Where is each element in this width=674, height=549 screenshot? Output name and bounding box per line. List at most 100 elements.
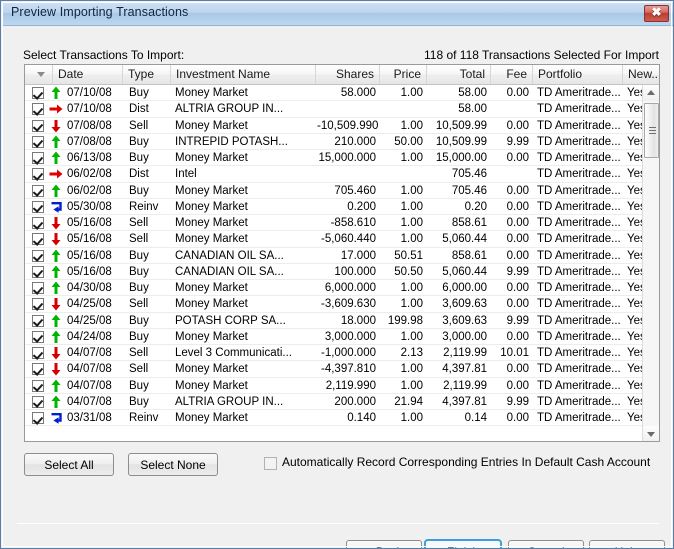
- row-checkbox[interactable]: [32, 103, 44, 116]
- reinvest-blue-icon: [49, 411, 63, 425]
- cell-fee: 0.00: [506, 249, 529, 262]
- table-row[interactable]: 05/16/08 Sell Money Market -5,060.440 1.00 5,…: [25, 231, 644, 248]
- table-row[interactable]: 05/16/08 Buy CANADIAN OIL SA... 100.000 50.5…: [25, 263, 644, 280]
- cell-fee: [488, 101, 533, 117]
- table-row[interactable]: 06/13/08 Buy Money Market 15,000.000 1.00 15,…: [25, 150, 644, 167]
- table-row[interactable]: 07/10/08 Dist ALTRIA GROUP IN... 58.00 TD Am…: [25, 101, 644, 118]
- cell-date: 04/30/08: [67, 282, 112, 294]
- cell-fee: 0.00: [506, 184, 529, 197]
- select-none-button[interactable]: Select None: [128, 453, 218, 476]
- row-checkbox[interactable]: [32, 233, 44, 246]
- table-row[interactable]: 04/25/08 Sell Money Market -3,609.630 1.00 3,…: [25, 296, 644, 313]
- cell-new: Yes ...: [627, 298, 644, 311]
- column-header-type[interactable]: Type: [123, 65, 171, 84]
- row-checkbox[interactable]: [32, 265, 44, 278]
- cell-date: 04/07/08: [67, 347, 112, 359]
- cell-fee: 0.00: [506, 119, 529, 132]
- cell-portfolio: TD Ameritrade...: [537, 103, 621, 116]
- cell-price: 50.50: [394, 265, 423, 278]
- row-checkbox[interactable]: [32, 282, 44, 294]
- column-header-price[interactable]: Price: [380, 65, 427, 84]
- table-row[interactable]: 03/31/08 Reinv Money Market 0.140 1.00 0.14 0.…: [25, 410, 644, 427]
- table-row[interactable]: 06/02/08 Dist Intel 705.46 TD Ameritrade... Y…: [25, 166, 644, 183]
- cancel-button[interactable]: Cancel: [508, 540, 584, 548]
- cell-price: 1.00: [400, 298, 423, 311]
- cell-portfolio: TD Ameritrade...: [537, 363, 621, 376]
- arrow-up-green-icon: [49, 86, 63, 100]
- column-header-check[interactable]: [25, 65, 53, 84]
- row-checkbox[interactable]: [32, 347, 44, 359]
- row-checkbox[interactable]: [32, 217, 44, 229]
- row-checkbox[interactable]: [32, 379, 44, 392]
- cell-date: 04/25/08: [67, 298, 112, 311]
- cell-portfolio: TD Ameritrade...: [537, 168, 621, 181]
- column-header-total[interactable]: Total: [427, 65, 491, 84]
- auto-record-checkbox[interactable]: [264, 457, 277, 470]
- row-checkbox[interactable]: [32, 168, 44, 181]
- cell-investment: CANADIAN OIL SA...: [175, 249, 284, 262]
- table-row[interactable]: 07/08/08 Buy INTREPID POTASH... 210.000 50.0…: [25, 133, 644, 150]
- back-button[interactable]: < Back: [346, 540, 422, 548]
- row-checkbox[interactable]: [32, 119, 44, 132]
- cell-portfolio: TD Ameritrade...: [537, 282, 621, 294]
- table-row[interactable]: 07/08/08 Sell Money Market -10,509.990 1.00 1…: [25, 117, 644, 134]
- table-rows-viewport[interactable]: 07/10/08 Buy Money Market 58.000 1.00 58.00 0.…: [25, 85, 644, 441]
- column-header-portfolio[interactable]: Portfolio: [533, 65, 623, 84]
- transactions-list: Date Type Investment Name Shares Price T…: [24, 64, 660, 442]
- cell-total: 3,609.63: [442, 298, 487, 311]
- cell-new: Yes ...: [627, 412, 644, 424]
- cell-new: Yes ...: [627, 152, 644, 164]
- table-row[interactable]: 04/07/08 Sell Level 3 Communicati... -1,000…: [25, 345, 644, 362]
- column-header-fee[interactable]: Fee: [491, 65, 533, 84]
- cell-new: Yes ...: [627, 233, 644, 246]
- table-row[interactable]: 05/16/08 Buy CANADIAN OIL SA... 17.000 50.51…: [25, 247, 644, 264]
- cell-fee: 9.99: [506, 265, 529, 278]
- column-header-date[interactable]: Date: [53, 65, 123, 84]
- table-row[interactable]: 04/24/08 Buy Money Market 3,000.000 1.00 3,00…: [25, 328, 644, 345]
- table-row[interactable]: 04/07/08 Buy Money Market 2,119.990 1.00 2,11…: [25, 377, 644, 394]
- close-button[interactable]: ✖: [644, 5, 669, 22]
- vertical-scrollbar[interactable]: [642, 85, 659, 441]
- cell-date: 04/25/08: [67, 314, 112, 327]
- row-checkbox[interactable]: [32, 412, 44, 424]
- row-checkbox[interactable]: [32, 330, 44, 343]
- cell-shares: -858.610: [330, 217, 376, 229]
- cell-new: Yes ...: [627, 265, 644, 278]
- cell-price: 21.94: [394, 395, 423, 408]
- table-row[interactable]: 06/02/08 Buy Money Market 705.460 1.00 705.46…: [25, 182, 644, 199]
- scrollbar-thumb[interactable]: [644, 103, 659, 158]
- cell-fee: 0.00: [506, 379, 529, 392]
- column-header-shares[interactable]: Shares: [316, 65, 380, 84]
- cell-total: 2,119.99: [443, 379, 487, 392]
- scroll-up-button[interactable]: [643, 85, 659, 101]
- row-checkbox[interactable]: [32, 395, 44, 408]
- table-row[interactable]: 05/30/08 Reinv Money Market 0.200 1.00 0.20 0.…: [25, 198, 644, 215]
- column-header-investment[interactable]: Investment Name: [171, 65, 316, 84]
- row-checkbox[interactable]: [32, 200, 44, 213]
- select-transactions-label: Select Transactions To Import:: [23, 48, 185, 62]
- row-checkbox[interactable]: [32, 152, 44, 164]
- row-checkbox[interactable]: [32, 135, 44, 148]
- row-checkbox[interactable]: [32, 87, 44, 99]
- row-checkbox[interactable]: [32, 184, 44, 197]
- table-row[interactable]: 04/25/08 Buy POTASH CORP SA... 18.000 199.98…: [25, 312, 644, 329]
- table-row[interactable]: 07/10/08 Buy Money Market 58.000 1.00 58.00 0.…: [25, 85, 644, 102]
- arrow-up-green-icon: [49, 379, 63, 393]
- table-row[interactable]: 05/16/08 Sell Money Market -858.610 1.00 858.…: [25, 215, 644, 232]
- select-all-button[interactable]: Select All: [24, 453, 114, 476]
- window-title: Preview Importing Transactions: [11, 5, 189, 19]
- row-checkbox[interactable]: [32, 249, 44, 262]
- arrow-down-red-icon: [49, 216, 63, 230]
- finish-button[interactable]: Finish: [424, 539, 502, 548]
- column-header-new[interactable]: New...: [623, 65, 659, 84]
- table-row[interactable]: 04/07/08 Sell Money Market -4,397.810 1.00 4,…: [25, 361, 644, 378]
- cell-type: Sell: [129, 347, 149, 359]
- table-row[interactable]: 04/07/08 Buy ALTRIA GROUP IN... 200.000 21.9…: [25, 393, 644, 410]
- row-checkbox[interactable]: [32, 314, 44, 327]
- row-checkbox[interactable]: [32, 298, 44, 311]
- help-button[interactable]: Help: [589, 540, 665, 548]
- table-row[interactable]: 04/30/08 Buy Money Market 6,000.000 1.00 6,00…: [25, 280, 644, 297]
- cell-new: Yes ...: [627, 395, 644, 408]
- scroll-down-button[interactable]: [643, 426, 659, 441]
- row-checkbox[interactable]: [32, 363, 44, 376]
